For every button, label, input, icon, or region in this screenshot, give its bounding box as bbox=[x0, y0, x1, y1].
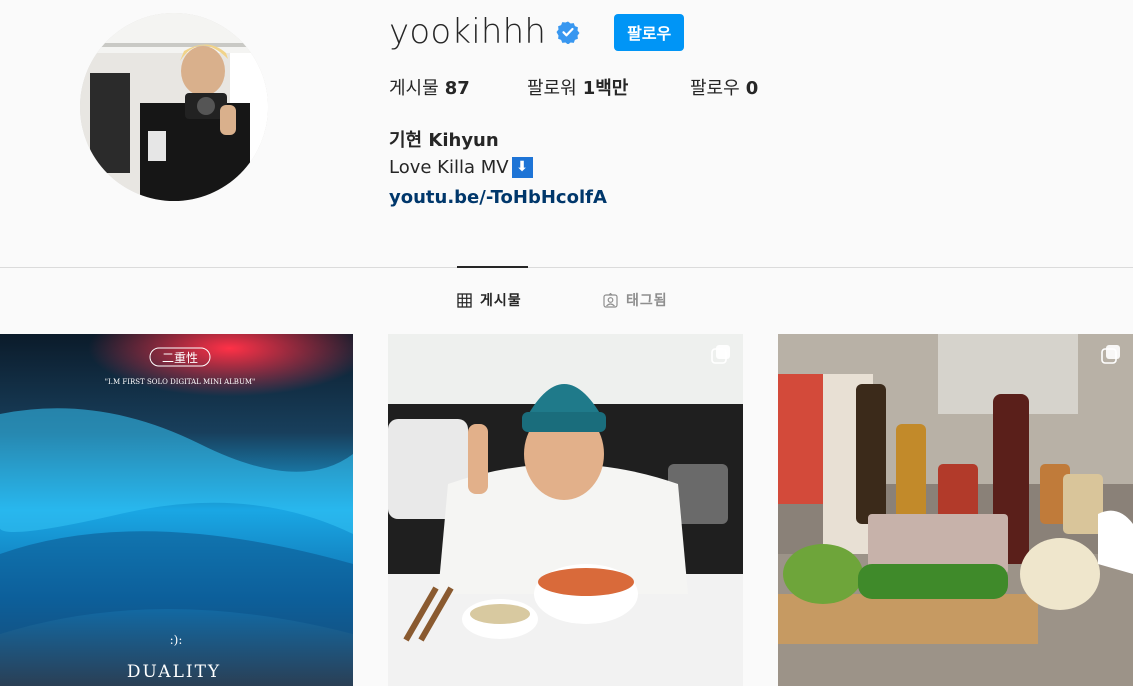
post-tile-ingredients[interactable] bbox=[778, 334, 1133, 686]
followers-count[interactable]: 팔로워 1백만 bbox=[527, 74, 690, 100]
tagged-icon bbox=[603, 292, 618, 308]
name-row: yookihhh 팔로우 bbox=[389, 12, 685, 52]
profile-avatar[interactable] bbox=[80, 13, 268, 201]
tab-tagged[interactable]: 태그됨 bbox=[603, 290, 668, 310]
cover-caption: "I.M FIRST SOLO DIGITAL MINI ALBUM" bbox=[105, 378, 255, 386]
verified-badge-icon bbox=[556, 20, 580, 45]
follow-button[interactable]: 팔로우 bbox=[614, 13, 685, 51]
posts-count: 게시물 87 bbox=[389, 74, 527, 100]
posts-count-label: 게시물 bbox=[389, 78, 439, 99]
tab-posts-label: 게시물 bbox=[480, 293, 522, 309]
tabs-divider bbox=[0, 267, 1133, 268]
avatar-photo bbox=[80, 13, 268, 201]
bio-text-content: Love Killa MV bbox=[389, 157, 509, 178]
cover-title: DUALITY bbox=[127, 662, 221, 682]
multiple-posts-icon bbox=[1101, 345, 1120, 364]
cover-symbol: :): bbox=[170, 633, 183, 647]
multiple-posts-icon bbox=[711, 345, 730, 364]
selfie-photo bbox=[388, 334, 743, 686]
followers-count-label: 팔로워 bbox=[527, 78, 577, 99]
profile-page: yookihhh 팔로우 게시물 87 팔로워 1백만 팔로우 0 기현 Kih… bbox=[0, 0, 1133, 686]
grid-icon bbox=[457, 292, 472, 308]
full-name: 기현 Kihyun bbox=[389, 130, 499, 151]
followers-count-value: 1백만 bbox=[582, 78, 629, 99]
active-tab-indicator bbox=[457, 266, 528, 268]
following-count-value: 0 bbox=[745, 78, 759, 99]
bio-text: Love Killa MV ⬇ bbox=[389, 157, 533, 178]
tab-tagged-label: 태그됨 bbox=[626, 293, 668, 309]
cover-hanja: 二重性 bbox=[162, 351, 198, 365]
bio-link[interactable]: youtu.be/-ToHbHcolfA bbox=[389, 187, 607, 208]
ingredients-photo bbox=[778, 334, 1133, 686]
username: yookihhh bbox=[389, 12, 547, 52]
profile-stats: 게시물 87 팔로워 1백만 팔로우 0 bbox=[389, 74, 758, 100]
duality-cover-image: 二重性 "I.M FIRST SOLO DIGITAL MINI ALBUM" … bbox=[0, 334, 353, 686]
tab-posts[interactable]: 게시물 bbox=[457, 290, 522, 310]
post-tile-selfie[interactable] bbox=[388, 334, 743, 686]
following-count-label: 팔로우 bbox=[690, 78, 740, 99]
post-tile-duality[interactable]: 二重性 "I.M FIRST SOLO DIGITAL MINI ALBUM" … bbox=[0, 334, 353, 686]
following-count[interactable]: 팔로우 0 bbox=[690, 74, 758, 100]
down-arrow-emoji-icon: ⬇ bbox=[511, 157, 533, 178]
posts-count-value: 87 bbox=[444, 78, 470, 99]
